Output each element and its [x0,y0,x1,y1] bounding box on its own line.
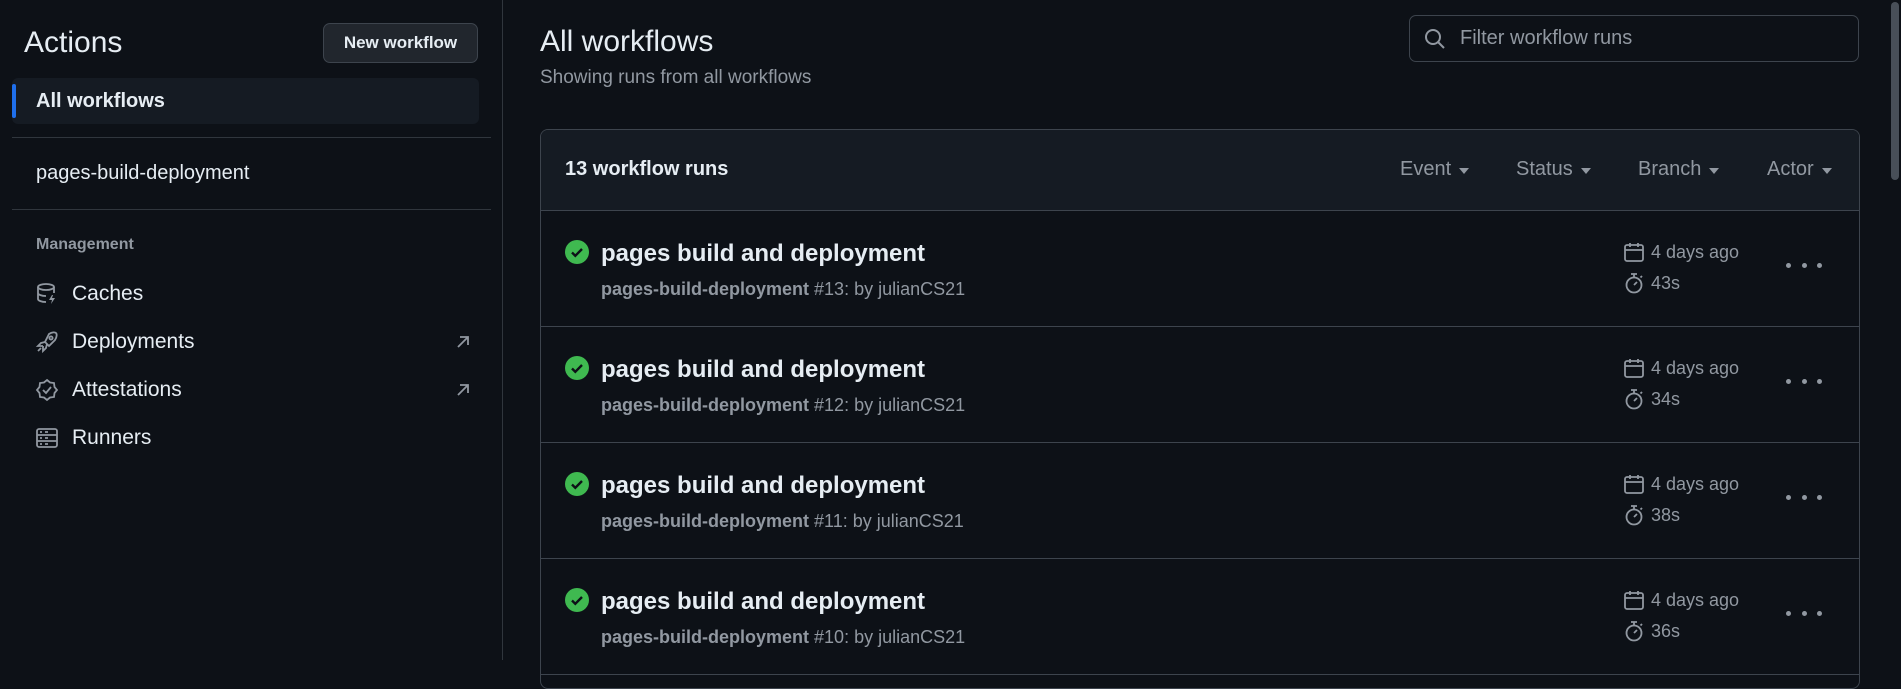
run-duration: 34s [1623,388,1680,410]
run-workflow-name: pages-build-deployment [601,279,810,299]
filter-label: Status [1516,158,1573,180]
external-link-icon [452,331,474,353]
run-title-link[interactable]: pages build and deployment [601,356,925,384]
stopwatch-icon [1625,621,1643,642]
database-icon [34,281,60,307]
stopwatch-icon [1625,273,1643,294]
run-workflow-name: pages-build-deployment [601,627,810,647]
more-options-icon[interactable] [1786,487,1822,507]
more-options-icon[interactable] [1786,255,1822,275]
run-meta: pages-build-deployment #12: by julianCS2… [601,395,965,416]
calendar-icon [1624,475,1644,494]
external-link-icon [452,379,474,401]
run-date: 4 days ago [1623,473,1739,495]
run-detail: #10: by julianCS21 [814,627,966,647]
chevron-down-icon [1709,168,1720,174]
run-duration: 36s [1623,620,1680,642]
sidebar-item-label: Deployments [72,330,195,353]
workflow-run-row: pages build and deployment pages-build-d… [541,211,1859,327]
run-title-link[interactable]: pages build and deployment [601,588,925,616]
run-date-text: 4 days ago [1651,357,1740,378]
stopwatch-icon [1625,505,1643,526]
divider [12,209,491,210]
run-date-text: 4 days ago [1651,473,1740,494]
run-title-link[interactable]: pages build and deployment [601,240,925,268]
run-workflow-name: pages-build-deployment [601,395,810,415]
workflow-run-row: pages build and deployment pages-build-d… [541,443,1859,559]
page-subtitle: Showing runs from all workflows [540,67,812,88]
success-check-icon [565,472,589,496]
sidebar-item-all-workflows[interactable]: All workflows [12,78,479,124]
page-title: All workflows [540,25,714,58]
run-duration-text: 43s [1651,272,1681,293]
runs-header: 13 workflow runs Event Status Branch Act… [541,130,1859,211]
verified-icon [34,377,60,403]
run-detail: #11: by julianCS21 [814,511,964,531]
search-icon [1422,26,1448,52]
run-date: 4 days ago [1623,357,1739,379]
filter-status[interactable]: Status [1516,158,1591,181]
workflow-run-row: pages build and deployment pages-build-d… [541,559,1859,675]
run-date-text: 4 days ago [1651,241,1740,262]
scrollbar-thumb[interactable] [1891,2,1899,180]
filter-label: Actor [1767,158,1814,180]
run-workflow-name: pages-build-deployment [601,511,810,531]
run-detail: #12: by julianCS21 [814,395,966,415]
success-check-icon [565,588,589,612]
success-check-icon [565,240,589,264]
filter-label: Branch [1638,158,1702,180]
filter-label: Event [1400,158,1452,180]
run-detail: #13: by julianCS21 [814,279,966,299]
server-icon [34,425,60,451]
sidebar-item-label: All workflows [36,90,165,112]
sidebar: Actions New workflow All workflows pages… [0,0,503,660]
divider [12,137,491,138]
new-workflow-button[interactable]: New workflow [323,23,478,63]
active-indicator [12,84,16,118]
sidebar-item-deployments[interactable]: Deployments [34,325,474,359]
run-duration-text: 36s [1651,620,1681,641]
run-meta: pages-build-deployment #13: by julianCS2… [601,279,965,300]
sidebar-section-management: Management [36,236,134,253]
sidebar-item-label: Runners [72,426,152,449]
calendar-icon [1624,591,1644,610]
run-duration-text: 38s [1651,504,1681,525]
filter-actor[interactable]: Actor [1767,158,1832,181]
runs-count: 13 workflow runs [565,158,729,180]
more-options-icon[interactable] [1786,603,1822,623]
success-check-icon [565,356,589,380]
calendar-icon [1624,243,1644,262]
rocket-icon [34,329,60,355]
calendar-icon [1624,359,1644,378]
search-box[interactable] [1409,15,1859,62]
workflow-run-row: pages build and deployment pages-build-d… [541,327,1859,443]
run-date-text: 4 days ago [1651,589,1740,610]
filter-event[interactable]: Event [1400,158,1470,181]
sidebar-item-caches[interactable]: Caches [34,277,474,311]
more-options-icon[interactable] [1786,371,1822,391]
chevron-down-icon [1459,168,1470,174]
sidebar-title: Actions [24,26,123,59]
sidebar-item-attestations[interactable]: Attestations [34,373,474,407]
run-meta: pages-build-deployment #11: by julianCS2… [601,511,964,532]
run-duration: 43s [1623,272,1680,294]
workflow-runs-list: 13 workflow runs Event Status Branch Act… [540,129,1860,689]
run-date: 4 days ago [1623,241,1739,263]
run-duration-text: 34s [1651,388,1681,409]
run-title-link[interactable]: pages build and deployment [601,472,925,500]
stopwatch-icon [1625,389,1643,410]
sidebar-item-label: Caches [72,282,144,305]
page-scrollbar[interactable] [1889,0,1901,660]
filter-branch[interactable]: Branch [1638,158,1720,181]
chevron-down-icon [1821,168,1832,174]
run-date: 4 days ago [1623,589,1739,611]
run-meta: pages-build-deployment #10: by julianCS2… [601,627,965,648]
sidebar-item-label: Attestations [72,378,182,401]
run-duration: 38s [1623,504,1680,526]
chevron-down-icon [1580,168,1591,174]
sidebar-item-runners[interactable]: Runners [34,421,474,455]
sidebar-item-pages-build-deployment[interactable]: pages-build-deployment [36,162,249,185]
search-input[interactable] [1458,26,1852,51]
